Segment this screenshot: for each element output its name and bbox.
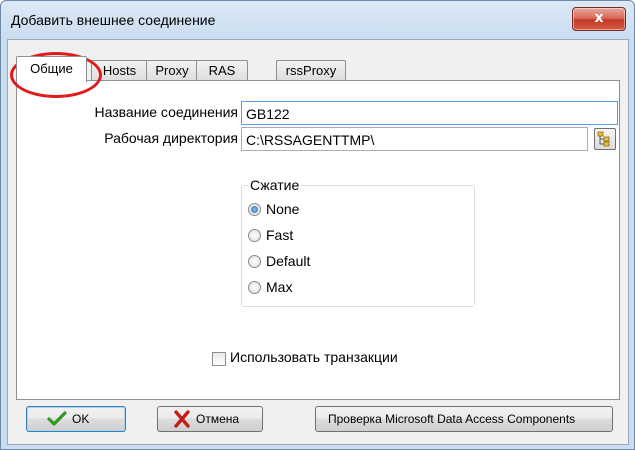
use-transactions-checkbox[interactable] (212, 352, 226, 366)
cross-icon (174, 410, 190, 428)
connection-name-input[interactable]: GB122 (241, 101, 618, 125)
tab-proxy[interactable]: Proxy (146, 60, 198, 81)
tab-label: Общие (30, 61, 73, 76)
radio-label-default: Default (266, 253, 311, 269)
dialog-window: Добавить внешнее соединение x Общие Host… (0, 0, 635, 450)
title-bar[interactable]: Добавить внешнее соединение x (1, 1, 634, 39)
dialog-client-area: Общие Hosts Proxy RAS rssProxy Название … (7, 39, 629, 445)
working-directory-value: C:\RSSAGENTTMP\ (246, 132, 375, 148)
tab-panel-general: Название соединения GB122 Рабочая директ… (16, 80, 620, 400)
browse-directory-button[interactable] (594, 128, 616, 150)
use-transactions-label[interactable]: Использовать транзакции (230, 349, 398, 365)
cancel-button[interactable]: Отмена (157, 406, 263, 432)
check-mdac-button[interactable]: Проверка Microsoft Data Access Component… (315, 406, 613, 432)
checkmark-icon (47, 411, 67, 426)
close-icon: x (594, 10, 604, 26)
close-button[interactable]: x (572, 7, 626, 31)
radio-button-fast[interactable] (248, 229, 261, 242)
tab-rssproxy[interactable]: rssProxy (276, 60, 346, 81)
window-title: Добавить внешнее соединение (11, 12, 216, 28)
radio-button-none[interactable] (248, 203, 261, 216)
tab-general[interactable]: Общие (16, 56, 87, 82)
cancel-label: Отмена (196, 412, 240, 426)
tab-label: Proxy (155, 63, 189, 78)
connection-name-value: GB122 (246, 106, 290, 122)
tab-label: Hosts (102, 63, 137, 78)
tab-label: RAS (208, 63, 236, 78)
radio-label-max: Max (266, 279, 293, 295)
tab-ras[interactable]: RAS (196, 60, 248, 81)
connection-name-label: Название соединения (94, 104, 238, 120)
radio-label-none: None (266, 201, 300, 217)
ok-button[interactable]: OK (26, 406, 126, 432)
radio-button-max[interactable] (248, 281, 261, 294)
radio-button-default[interactable] (248, 255, 261, 268)
tab-label: rssProxy (285, 63, 337, 78)
working-directory-label: Рабочая директория (104, 130, 238, 146)
radio-label-fast: Fast (266, 227, 294, 243)
check-mdac-label: Проверка Microsoft Data Access Component… (328, 412, 576, 426)
tab-hosts[interactable]: Hosts (91, 60, 148, 81)
folder-tree-icon (597, 131, 610, 147)
compression-groupbox: Сжатие None Fast Default Max (241, 177, 475, 307)
compression-title: Сжатие (248, 177, 302, 193)
ok-label: OK (72, 412, 90, 426)
working-directory-input[interactable]: C:\RSSAGENTTMP\ (241, 127, 588, 151)
